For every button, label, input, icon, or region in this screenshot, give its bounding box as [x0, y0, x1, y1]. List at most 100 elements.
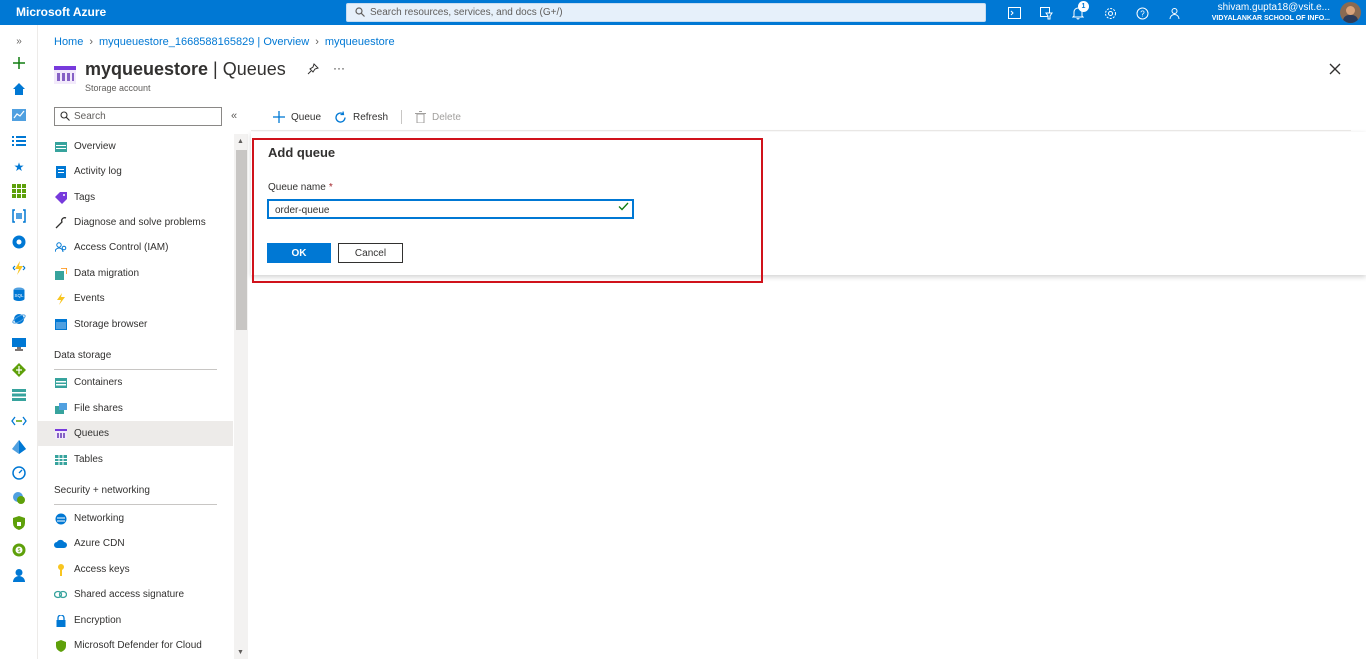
nav-item-access-keys[interactable]: Access keys	[38, 557, 233, 582]
help-icon[interactable]: ?	[1134, 5, 1150, 21]
directory-filter-icon[interactable]	[1038, 5, 1054, 21]
refresh-icon	[334, 110, 347, 124]
breadcrumb-home[interactable]: Home	[54, 36, 83, 48]
queue-name-label: Queue name *	[268, 182, 333, 193]
refresh-button[interactable]: Refresh	[334, 109, 388, 125]
nav-item-defender[interactable]: Microsoft Defender for Cloud	[38, 633, 233, 658]
nav-item-encryption[interactable]: Encryption	[38, 608, 233, 633]
portal-left-rail: » ★ SQL $	[0, 25, 38, 659]
activity-log-icon	[54, 165, 67, 178]
pin-icon[interactable]	[307, 63, 319, 78]
nav-item-overview[interactable]: Overview	[38, 134, 233, 159]
delete-button[interactable]: Delete	[415, 109, 461, 125]
virtual-network-icon[interactable]	[11, 413, 27, 429]
networking-icon	[54, 512, 67, 525]
user-email[interactable]: shivam.gupta18@vsit.e...	[1218, 2, 1330, 13]
virtual-machines-icon[interactable]	[11, 336, 27, 352]
dashboard-icon[interactable]	[11, 107, 27, 123]
required-asterisk: *	[328, 182, 333, 193]
collapse-menu-icon[interactable]: «	[231, 110, 237, 122]
help-support-icon[interactable]	[11, 567, 27, 583]
page-subtitle: Storage account	[85, 83, 151, 93]
search-icon	[355, 7, 365, 20]
defender-icon[interactable]	[11, 515, 27, 531]
resource-menu-scrollbar-thumb[interactable]	[236, 150, 247, 330]
gear-icon[interactable]	[1102, 5, 1118, 21]
nav-section-data-storage: Data storage	[54, 350, 112, 361]
add-queue-label: Queue	[291, 111, 322, 123]
nav-item-queues[interactable]: Queues	[38, 421, 233, 446]
home-icon[interactable]	[11, 81, 27, 97]
breadcrumb-overview[interactable]: myqueuestore_1668588165829 | Overview	[99, 36, 309, 48]
tag-icon	[54, 191, 67, 204]
key-icon	[54, 563, 67, 576]
scroll-down-arrow-icon[interactable]: ▼	[237, 649, 244, 656]
tables-icon	[54, 453, 67, 466]
breadcrumb: Home › myqueuestore_1668588165829 | Overvi…	[54, 36, 395, 48]
cost-management-icon[interactable]: $	[11, 542, 27, 558]
nav-item-label: Tags	[74, 192, 96, 203]
brand-link[interactable]: Microsoft Azure	[16, 5, 106, 19]
nav-item-containers[interactable]: Containers	[38, 370, 233, 395]
all-services-icon[interactable]	[11, 133, 27, 149]
nav-section-divider	[54, 504, 217, 505]
cloud-shell-icon[interactable]	[1006, 5, 1022, 21]
feedback-icon[interactable]	[1166, 5, 1182, 21]
nav-item-tables[interactable]: Tables	[38, 447, 233, 472]
nav-item-label: Microsoft Defender for Cloud	[74, 640, 202, 651]
nav-item-activity-log[interactable]: Activity log	[38, 159, 233, 184]
nav-item-iam[interactable]: Access Control (IAM)	[38, 235, 233, 260]
resource-menu-search-input[interactable]: Search	[54, 107, 222, 126]
nav-item-label: Overview	[74, 141, 116, 152]
queue-name-label-text: Queue name	[268, 182, 326, 193]
lock-icon	[54, 614, 67, 627]
load-balancer-icon[interactable]	[11, 362, 27, 378]
expand-icon[interactable]: »	[11, 33, 27, 49]
nav-item-file-shares[interactable]: File shares	[38, 396, 233, 421]
plus-icon	[273, 111, 285, 123]
create-resource-icon[interactable]	[11, 55, 27, 71]
queue-name-input[interactable]	[267, 199, 634, 219]
add-queue-title: Add queue	[268, 145, 336, 160]
notification-badge: 1	[1078, 1, 1089, 12]
cosmos-db-icon[interactable]	[11, 311, 27, 327]
toolbar-divider-line	[251, 130, 1351, 131]
file-shares-icon	[54, 402, 67, 415]
nav-item-label: Events	[74, 293, 105, 304]
resource-groups-icon[interactable]	[11, 208, 27, 224]
sql-databases-icon[interactable]: SQL	[11, 286, 27, 302]
storage-accounts-icon[interactable]	[11, 387, 27, 403]
nav-item-cdn[interactable]: Azure CDN	[38, 531, 233, 556]
nav-item-sas[interactable]: Shared access signature	[38, 582, 233, 607]
close-icon[interactable]	[1329, 63, 1341, 78]
monitor-icon[interactable]	[11, 465, 27, 481]
nav-item-label: Shared access signature	[74, 589, 185, 600]
toolbar-divider	[401, 110, 402, 124]
nav-item-storage-browser[interactable]: Storage browser	[38, 312, 233, 337]
user-directory[interactable]: VIDYALANKAR SCHOOL OF INFO...	[1212, 15, 1330, 22]
breadcrumb-resource[interactable]: myqueuestore	[325, 36, 395, 48]
global-search-input[interactable]: Search resources, services, and docs (G+…	[346, 3, 986, 22]
nav-item-label: Queues	[74, 428, 110, 439]
cancel-button[interactable]: Cancel	[338, 243, 403, 263]
app-services-icon[interactable]	[11, 234, 27, 250]
refresh-label: Refresh	[353, 111, 389, 123]
nav-item-networking[interactable]: Networking	[38, 506, 233, 531]
nav-item-data-migration[interactable]: Data migration	[38, 261, 233, 286]
nav-item-tags[interactable]: Tags	[38, 185, 233, 210]
nav-item-events[interactable]: Events	[38, 286, 233, 311]
add-queue-button[interactable]: Queue	[273, 109, 321, 125]
favorites-icon[interactable]: ★	[11, 159, 27, 175]
more-options-icon[interactable]: ···	[333, 61, 345, 75]
advisor-icon[interactable]	[11, 490, 27, 506]
aad-icon[interactable]	[11, 439, 27, 455]
resource-menu: Overview Activity log Tags Diagnose and …	[38, 134, 233, 659]
all-resources-icon[interactable]	[11, 183, 27, 199]
nav-item-diagnose[interactable]: Diagnose and solve problems	[38, 210, 233, 235]
avatar[interactable]	[1340, 2, 1361, 23]
nav-item-label: Diagnose and solve problems	[74, 217, 206, 228]
ok-button[interactable]: OK	[267, 243, 331, 263]
page-title: myqueuestore | Queues	[85, 59, 286, 80]
function-app-icon[interactable]	[11, 260, 27, 276]
scroll-up-arrow-icon[interactable]: ▲	[237, 138, 244, 145]
